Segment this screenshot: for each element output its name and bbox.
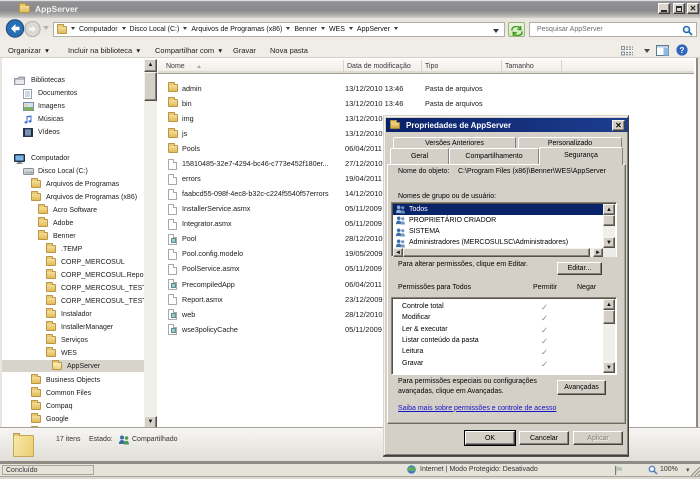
svg-text:?: ? — [680, 46, 685, 55]
